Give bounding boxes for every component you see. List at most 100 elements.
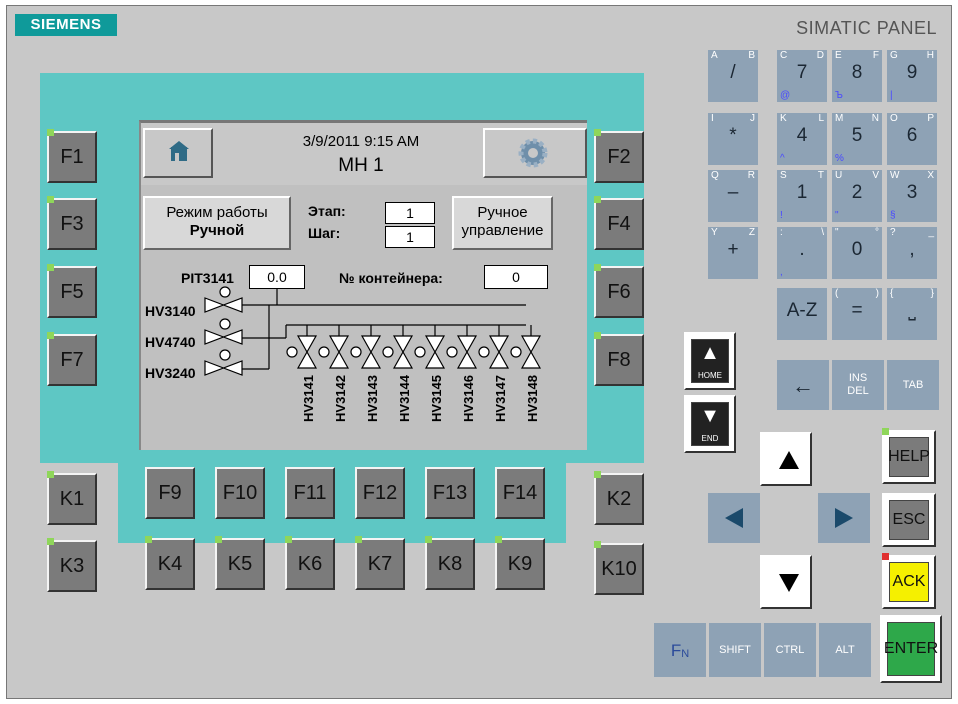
key-top-right-label: Z	[748, 227, 755, 238]
backspace-key[interactable]: ←	[777, 360, 829, 410]
f14-key[interactable]: F14	[495, 467, 545, 519]
key-top-right-label: X	[927, 170, 934, 181]
home-key[interactable]: ▲ HOME	[684, 332, 736, 390]
valve-hv3141	[296, 335, 318, 369]
arrow-right-icon	[835, 508, 853, 528]
k6-key[interactable]: K6	[285, 536, 335, 590]
key-top-right-label: T	[817, 170, 824, 181]
key-main-label: ,	[909, 239, 915, 260]
key-top-right-label: \	[821, 227, 824, 238]
keypad-key[interactable]: K L 4 ^	[777, 113, 827, 165]
keypad-key[interactable]: : \.,	[777, 227, 827, 279]
f3-key[interactable]: F3	[47, 196, 97, 250]
k10-key[interactable]: K10	[594, 541, 644, 595]
ack-key[interactable]: ACK	[882, 553, 936, 609]
keypad-key[interactable]: () =	[832, 288, 882, 340]
esc-key[interactable]: ESC	[882, 493, 936, 547]
key-top-left-label: :	[780, 227, 783, 238]
k2-key[interactable]: K2	[594, 471, 644, 525]
keypad-key[interactable]: E F8Ъ	[832, 50, 882, 102]
enter-key[interactable]: ENTER	[880, 615, 942, 683]
f9-key[interactable]: F9	[145, 467, 195, 519]
k1-key[interactable]: K1	[47, 471, 97, 525]
f6-key[interactable]: F6	[594, 264, 644, 318]
key-main-label: 2	[851, 182, 863, 203]
key-main-label: .	[799, 239, 805, 260]
fn-label: F	[670, 640, 682, 660]
key-main-label: 3	[906, 182, 918, 203]
key-top-right-label: }	[930, 288, 934, 299]
arrow-down-key[interactable]	[760, 555, 812, 609]
valve-hv4740	[204, 318, 243, 345]
key-top-left-label: C	[780, 50, 788, 61]
f4-key[interactable]: F4	[594, 196, 644, 250]
f7-key[interactable]: F7	[47, 332, 97, 386]
k4-key[interactable]: K4	[145, 536, 195, 590]
keypad-key[interactable]: C D 7 @	[777, 50, 827, 102]
key-top-left-label: ?	[890, 227, 896, 238]
f12-key[interactable]: F12	[355, 467, 405, 519]
keypad-key[interactable]: Y Z +	[708, 227, 758, 279]
key-sub-label: Ъ	[835, 90, 843, 101]
k7-key[interactable]: K7	[355, 536, 405, 590]
key-main-label: 4	[796, 125, 808, 146]
tab-key[interactable]: TAB	[887, 360, 939, 410]
valve-hv3147	[488, 335, 510, 369]
key-top-left-label: Y	[711, 227, 718, 238]
f11-key[interactable]: F11	[285, 467, 335, 519]
alt-key[interactable]: ALT	[819, 623, 871, 677]
panel-model: SIMATIC PANEL	[796, 18, 937, 38]
ctrl-key[interactable]: CTRL	[764, 623, 816, 677]
key-main-label: ⎵	[908, 300, 916, 321]
arrow-left-key[interactable]	[708, 493, 760, 543]
k9-key[interactable]: K9	[495, 536, 545, 590]
esc-label: ESC	[892, 511, 926, 528]
keypad-key[interactable]: S T 1!	[777, 170, 827, 222]
keypad-key[interactable]: G H 9 |	[887, 50, 937, 102]
f2-key[interactable]: F2	[594, 129, 644, 183]
shift-key[interactable]: SHIFT	[709, 623, 761, 677]
f10-key[interactable]: F10	[215, 467, 265, 519]
keypad-key[interactable]: {} ⎵	[887, 288, 937, 340]
keypad-key[interactable]: ? _,	[887, 227, 937, 279]
key-top-right-label: R	[747, 170, 755, 181]
k8-key[interactable]: K8	[425, 536, 475, 590]
k3-key[interactable]: K3	[47, 538, 97, 592]
keypad-key[interactable]: A-Z	[777, 288, 827, 340]
keypad-key[interactable]: O P6	[887, 113, 937, 165]
keypad-key[interactable]: Q R –	[708, 170, 758, 222]
help-key[interactable]: HELP	[882, 428, 936, 484]
key-top-left-label: M	[835, 113, 844, 124]
ins-del-key[interactable]: INS DEL	[832, 360, 884, 410]
keypad-key[interactable]: W X 3 §	[887, 170, 937, 222]
k5-key[interactable]: K5	[215, 536, 265, 590]
piping-diagram	[204, 286, 542, 376]
keypad-key[interactable]: A B /	[708, 50, 758, 102]
keypad-key[interactable]: " ° 0	[832, 227, 882, 279]
key-main-label: 0	[851, 239, 863, 260]
keypad-key[interactable]: U V 2 "	[832, 170, 882, 222]
key-main-label: *	[729, 125, 737, 146]
keypad-key[interactable]: M N 5%	[832, 113, 882, 165]
key-main-label: +	[727, 239, 739, 260]
hmi-screen: 3/9/2011 9:15 AM MH 1 Режим работы Ручно…	[139, 120, 587, 450]
key-top-right-label: L	[818, 113, 824, 124]
key-sub-label: ,	[780, 267, 783, 278]
key-sub-label: @	[780, 90, 791, 101]
valve-hv3145	[424, 335, 446, 369]
key-sub-label: |	[890, 90, 893, 101]
f5-key[interactable]: F5	[47, 264, 97, 318]
f13-key[interactable]: F13	[425, 467, 475, 519]
f8-key[interactable]: F8	[594, 332, 644, 386]
keypad-key[interactable]: I J *	[708, 113, 758, 165]
key-main-label: 6	[906, 125, 918, 146]
arrow-up-key[interactable]	[760, 432, 812, 486]
key-top-left-label: A	[711, 50, 718, 61]
fn-sub-label: N	[681, 647, 690, 660]
key-top-right-label: °	[875, 227, 879, 238]
f1-key[interactable]: F1	[47, 129, 97, 183]
fn-key[interactable]: FN	[654, 623, 706, 677]
valve-label-hv3144: HV3144	[397, 375, 412, 422]
arrow-right-key[interactable]	[818, 493, 870, 543]
end-key[interactable]: ▼ END	[684, 395, 736, 453]
